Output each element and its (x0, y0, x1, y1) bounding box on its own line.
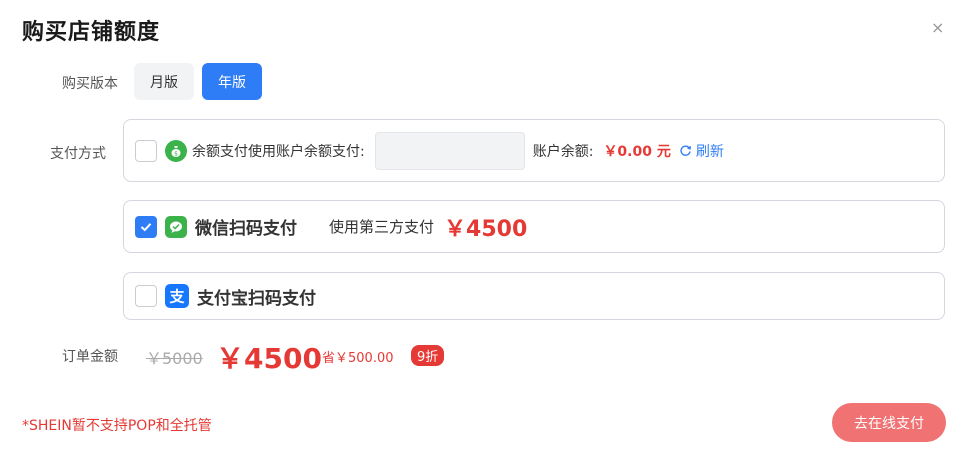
save-amount: 省￥500.00 (322, 351, 394, 366)
wechat-price: ￥4500 (444, 216, 528, 242)
account-balance-value: ￥0.00 元 (603, 143, 671, 160)
refresh-button[interactable]: 刷新 (679, 141, 724, 161)
discount-badge: 9折 (411, 345, 445, 366)
payment-method-label: 支付方式 (50, 146, 106, 162)
alipay-pay-label: 支付宝扫码支付 (197, 288, 316, 309)
version-year-button[interactable]: 年版 (202, 63, 262, 100)
refresh-icon (679, 144, 692, 157)
balance-amount-input[interactable] (374, 131, 525, 170)
account-balance-label: 账户余额: (532, 143, 594, 160)
final-price: ￥4500 (216, 342, 322, 375)
wechat-payment-option[interactable]: 微信扫码支付 使用第三方支付 ￥4500 (123, 200, 945, 253)
close-icon[interactable]: × (931, 20, 944, 36)
svg-text:$: $ (174, 150, 178, 157)
order-amount-label: 订单金额 (62, 349, 118, 365)
alipay-checkbox[interactable] (135, 285, 157, 307)
dialog-title: 购买店铺额度 (22, 20, 161, 45)
version-label: 购买版本 (62, 76, 118, 92)
go-pay-button[interactable]: 去在线支付 (832, 403, 946, 442)
wechat-icon (165, 215, 187, 238)
wechat-checkbox[interactable] (135, 215, 157, 238)
check-icon (140, 222, 152, 231)
balance-checkbox[interactable] (135, 139, 157, 162)
alipay-payment-option[interactable]: 支 支付宝扫码支付 (123, 272, 945, 320)
alipay-icon: 支 (165, 284, 189, 308)
version-month-button[interactable]: 月版 (134, 63, 194, 100)
original-price: ￥5000 (146, 349, 203, 368)
money-bag-icon: $ (165, 139, 187, 162)
third-party-text: 使用第三方支付 (329, 218, 435, 236)
refresh-label: 刷新 (695, 143, 724, 160)
svg-text:支: 支 (168, 288, 185, 306)
balance-payment-option: $ 余额支付使用账户余额支付: 账户余额: ￥0.00 元 刷新 (123, 119, 945, 182)
balance-pay-text: 余额支付使用账户余额支付: (192, 143, 365, 160)
wechat-pay-label: 微信扫码支付 (195, 219, 297, 239)
shein-notice: *SHEIN暂不支持POP和全托管 (22, 418, 212, 434)
